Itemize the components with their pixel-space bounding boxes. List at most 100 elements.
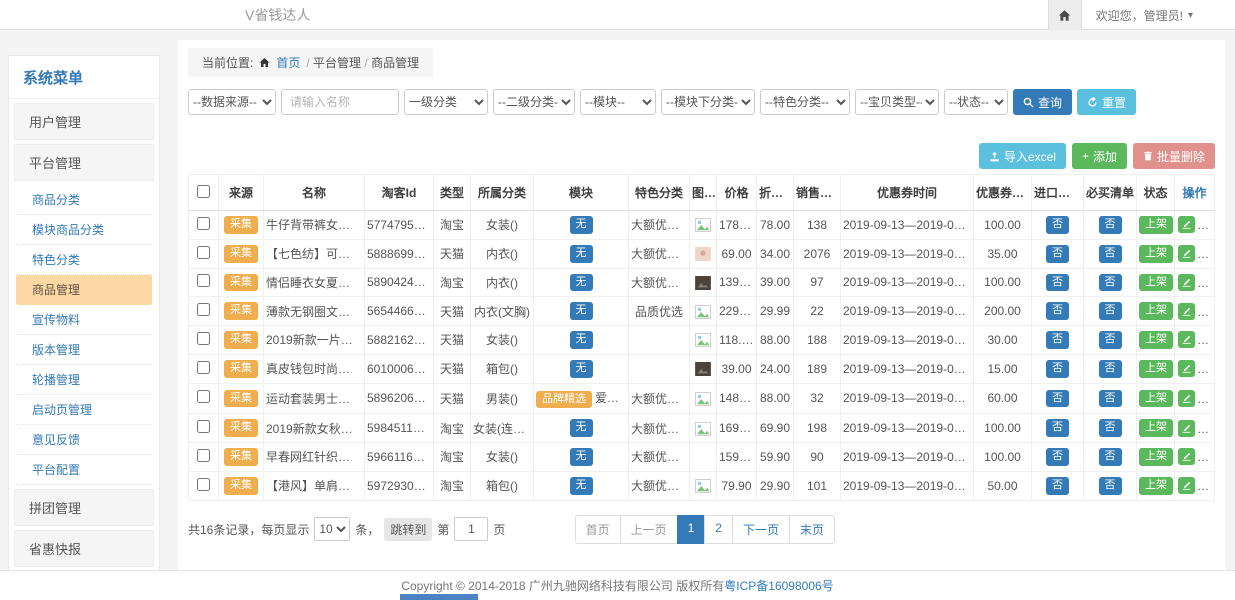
- row-checkbox[interactable]: [197, 449, 210, 462]
- pager-item-2[interactable]: 2: [704, 515, 733, 544]
- import-select-cell: 否: [1032, 414, 1084, 443]
- import-select-badge[interactable]: 否: [1046, 477, 1069, 495]
- must-buy-badge[interactable]: 否: [1099, 216, 1122, 234]
- edit-button[interactable]: [1178, 448, 1195, 465]
- must-buy-badge[interactable]: 否: [1099, 331, 1122, 349]
- sidebar-item-版本管理[interactable]: 版本管理: [16, 335, 152, 365]
- must-buy-badge[interactable]: 否: [1099, 302, 1122, 320]
- row-checkbox[interactable]: [197, 361, 210, 374]
- filter-select-level1-category[interactable]: 一级分类: [404, 89, 488, 115]
- edit-button[interactable]: [1178, 331, 1195, 348]
- import-excel-button[interactable]: 导入excel: [979, 143, 1066, 169]
- name-cell: 薄款无钢圈文胸聚拢性...: [264, 297, 365, 326]
- edit-button[interactable]: [1178, 477, 1195, 494]
- feature-cell: 大额优惠券: [629, 239, 690, 268]
- import-select-badge[interactable]: 否: [1046, 302, 1069, 320]
- status-badge[interactable]: 上架: [1139, 302, 1173, 320]
- edit-button[interactable]: [1178, 360, 1195, 377]
- filter-select-module[interactable]: --模块--: [580, 89, 656, 115]
- must-buy-badge[interactable]: 否: [1099, 274, 1122, 292]
- filter-select-status[interactable]: --状态--: [944, 89, 1008, 115]
- select-all-checkbox[interactable]: [197, 185, 210, 198]
- sidebar-item-商品分类[interactable]: 商品分类: [16, 185, 152, 215]
- must-buy-badge[interactable]: 否: [1099, 390, 1122, 408]
- status-badge[interactable]: 上架: [1139, 331, 1173, 349]
- sidebar-item-模块商品分类[interactable]: 模块商品分类: [16, 215, 152, 245]
- edit-button[interactable]: [1178, 420, 1195, 437]
- sidebar-item-特色分类[interactable]: 特色分类: [16, 245, 152, 275]
- import-select-badge[interactable]: 否: [1046, 360, 1069, 378]
- user-menu[interactable]: 欢迎您，管理员! ▾: [1082, 0, 1235, 30]
- sidebar-item-轮播管理[interactable]: 轮播管理: [16, 365, 152, 395]
- per-page-select[interactable]: 10: [314, 517, 350, 541]
- sidebar-item-拼团管理[interactable]: 拼团管理: [14, 489, 154, 526]
- price-cell: 169.90: [717, 414, 757, 443]
- status-badge[interactable]: 上架: [1139, 274, 1173, 292]
- status-badge[interactable]: 上架: [1139, 419, 1173, 437]
- sidebar-item-平台配置[interactable]: 平台配置: [16, 455, 152, 485]
- pager-item-下一页[interactable]: 下一页: [732, 515, 790, 544]
- must-buy-badge[interactable]: 否: [1099, 448, 1122, 466]
- filter-select-data-source[interactable]: --数据来源--: [188, 89, 276, 115]
- reset-button[interactable]: 重置: [1077, 89, 1136, 115]
- import-select-badge[interactable]: 否: [1046, 419, 1069, 437]
- status-badge[interactable]: 上架: [1139, 390, 1173, 408]
- status-badge[interactable]: 上架: [1139, 216, 1173, 234]
- column-header-所属分类: 所属分类: [471, 175, 534, 211]
- row-checkbox[interactable]: [197, 303, 210, 316]
- add-button[interactable]: + 添加: [1072, 143, 1127, 169]
- edit-button[interactable]: [1178, 216, 1195, 233]
- status-badge[interactable]: 上架: [1139, 245, 1173, 263]
- pager-item-1[interactable]: 1: [677, 515, 706, 544]
- jump-to-button[interactable]: 跳转到: [384, 518, 432, 541]
- row-checkbox[interactable]: [197, 274, 210, 287]
- home-button[interactable]: [1048, 0, 1082, 30]
- row-checkbox[interactable]: [197, 390, 210, 403]
- row-checkbox[interactable]: [197, 332, 210, 345]
- pager-item-上一页[interactable]: 上一页: [620, 515, 678, 544]
- row-checkbox[interactable]: [197, 478, 210, 491]
- must-buy-badge[interactable]: 否: [1099, 477, 1122, 495]
- must-buy-badge[interactable]: 否: [1099, 419, 1122, 437]
- sidebar-item-商品管理[interactable]: 商品管理: [16, 275, 152, 305]
- edit-button[interactable]: [1178, 303, 1195, 320]
- pager-item-首页[interactable]: 首页: [575, 515, 621, 544]
- sidebar-item-启动页管理[interactable]: 启动页管理: [16, 395, 152, 425]
- edit-button[interactable]: [1178, 274, 1195, 291]
- edit-button[interactable]: [1178, 390, 1195, 407]
- breadcrumb-home-link[interactable]: 首页: [276, 54, 300, 71]
- import-select-badge[interactable]: 否: [1046, 390, 1069, 408]
- page-number-input[interactable]: [454, 517, 488, 541]
- row-checkbox[interactable]: [197, 420, 210, 433]
- row-checkbox[interactable]: [197, 246, 210, 259]
- status-badge[interactable]: 上架: [1139, 448, 1173, 466]
- sidebar-item-用户管理[interactable]: 用户管理: [14, 103, 154, 140]
- header-checkbox-cell: [189, 175, 219, 211]
- filter-select-level2-category[interactable]: --二级分类--: [493, 89, 575, 115]
- status-badge[interactable]: 上架: [1139, 360, 1173, 378]
- import-select-badge[interactable]: 否: [1046, 331, 1069, 349]
- filter-select-item-type[interactable]: --宝贝类型--: [855, 89, 939, 115]
- module-badge: 无: [570, 448, 593, 466]
- import-select-badge[interactable]: 否: [1046, 274, 1069, 292]
- import-select-badge[interactable]: 否: [1046, 245, 1069, 263]
- must-buy-badge[interactable]: 否: [1099, 245, 1122, 263]
- edit-button[interactable]: [1178, 245, 1195, 262]
- name-search-input[interactable]: [281, 89, 399, 115]
- sidebar-item-平台管理[interactable]: 平台管理: [14, 144, 154, 181]
- search-button[interactable]: 查询: [1013, 89, 1072, 115]
- sidebar-item-意见反馈[interactable]: 意见反馈: [16, 425, 152, 455]
- filter-select-feature-category[interactable]: --特色分类--: [760, 89, 850, 115]
- filter-select-module-sub-category[interactable]: --模块下分类--: [661, 89, 755, 115]
- import-select-badge[interactable]: 否: [1046, 448, 1069, 466]
- icp-link[interactable]: 粤ICP备16098006号: [724, 579, 833, 593]
- row-checkbox[interactable]: [197, 217, 210, 230]
- sidebar-item-省惠快报[interactable]: 省惠快报: [14, 530, 154, 567]
- coupon-amount-cell: 30.00: [974, 326, 1032, 355]
- must-buy-badge[interactable]: 否: [1099, 360, 1122, 378]
- status-badge[interactable]: 上架: [1139, 477, 1173, 495]
- pager-item-末页[interactable]: 末页: [789, 515, 835, 544]
- import-select-badge[interactable]: 否: [1046, 216, 1069, 234]
- sidebar-item-宣传物料[interactable]: 宣传物料: [16, 305, 152, 335]
- batch-delete-button[interactable]: 批量删除: [1133, 143, 1215, 169]
